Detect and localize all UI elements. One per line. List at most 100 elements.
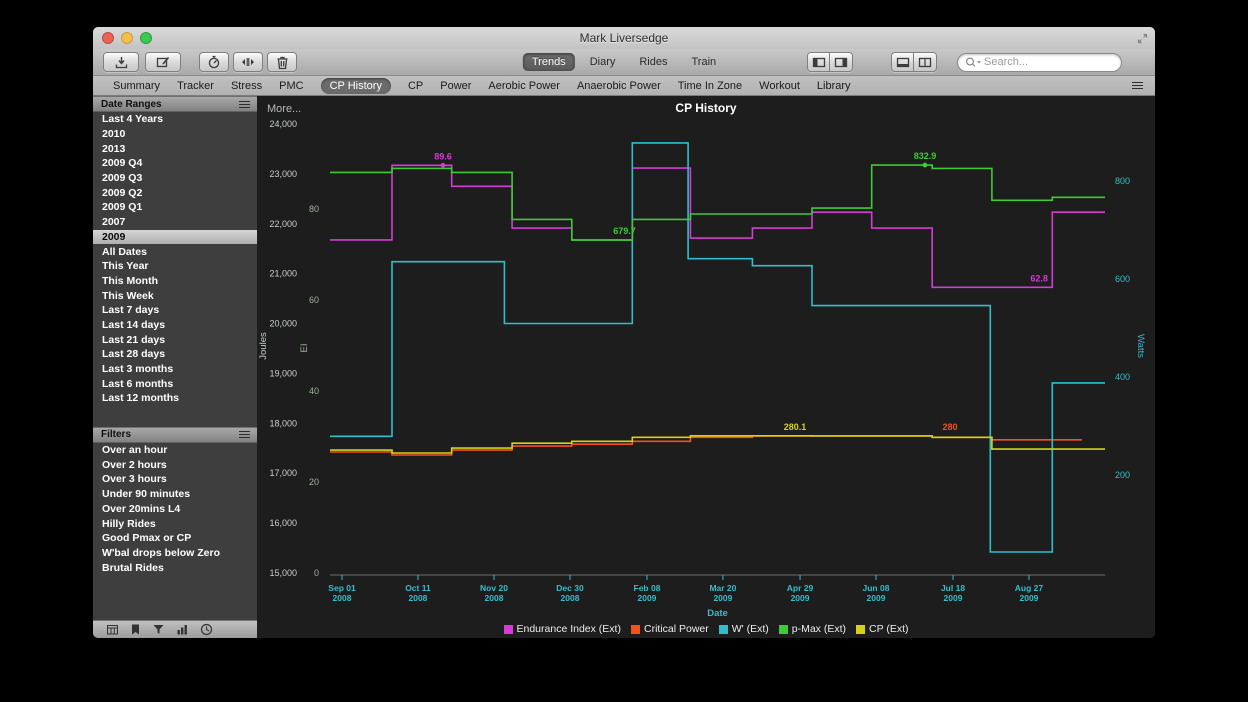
svg-text:18,000: 18,000 [269,418,297,428]
tab-anaerobic-power[interactable]: Anaerobic Power [577,80,661,92]
series-critical-power [330,436,1082,455]
tab-summary[interactable]: Summary [113,80,160,92]
sidebar-item-2013[interactable]: 2013 [93,141,257,156]
y-axis-ei: 806040200EI [299,204,319,578]
sidebar-item-over-20mins-l4[interactable]: Over 20mins L4 [93,502,257,517]
sidebar-item-last-7-days[interactable]: Last 7 days [93,303,257,318]
sidebar-item-2007[interactable]: 2007 [93,215,257,230]
title-bar[interactable]: Mark Liversedge [93,27,1155,49]
fullscreen-icon[interactable] [1137,33,1148,44]
sidebar-item-over-an-hour[interactable]: Over an hour [93,443,257,458]
sidebar-item-last-6-months[interactable]: Last 6 months [93,376,257,391]
filters-header[interactable]: Filters [93,427,257,443]
tab-library[interactable]: Library [817,80,851,92]
svg-text:16,000: 16,000 [269,518,297,528]
legend-label: Endurance Index (Ext) [517,623,621,635]
svg-text:20,000: 20,000 [269,319,297,329]
chart-title: CP History [257,101,1155,115]
search-icon [965,56,982,68]
sidebar-item-2009[interactable]: 2009 [93,230,257,245]
intervals-button[interactable] [233,52,263,72]
sidebar-item-w-bal-drops-below-zero[interactable]: W'bal drops below Zero [93,546,257,561]
svg-text:22,000: 22,000 [269,219,297,229]
sidebar-item-last-28-days[interactable]: Last 28 days [93,347,257,362]
tab-aerobic-power[interactable]: Aerobic Power [488,80,560,92]
filters-menu-icon[interactable] [239,431,250,438]
chart-icon[interactable] [176,623,189,636]
menu-icon [1132,82,1143,89]
date-ranges-header[interactable]: Date Ranges [93,96,257,112]
sidebar-left-icon [811,56,827,69]
tab-cp-history[interactable]: CP History [321,78,391,94]
sidebar-item-hilly-rides[interactable]: Hilly Rides [93,516,257,531]
edit-button[interactable] [145,52,181,72]
tab-tracker[interactable]: Tracker [177,80,214,92]
toggle-left-sidebar-button[interactable] [807,52,830,72]
tab-menu-button[interactable] [1132,82,1143,89]
segment-trends[interactable]: Trends [523,53,575,71]
svg-text:40: 40 [309,386,319,396]
svg-text:Dec 30: Dec 30 [556,583,584,593]
stopwatch-button[interactable] [199,52,229,72]
tab-pmc[interactable]: PMC [279,80,303,92]
sidebar-item-2009-q4[interactable]: 2009 Q4 [93,156,257,171]
legend-label: Critical Power [644,623,709,635]
tab-time-in-zone[interactable]: Time In Zone [678,80,742,92]
tab-workout[interactable]: Workout [759,80,800,92]
sidebar-item-brutal-rides[interactable]: Brutal Rides [93,560,257,575]
traffic-lights [102,32,152,44]
segment-train[interactable]: Train [682,53,725,71]
search-field[interactable] [957,53,1122,72]
close-button[interactable] [102,32,114,44]
svg-text:600: 600 [1115,274,1130,284]
layout-tiled-button[interactable] [914,52,937,72]
sidebar-item-2009-q3[interactable]: 2009 Q3 [93,171,257,186]
bookmark-icon[interactable] [130,623,141,636]
segment-rides[interactable]: Rides [630,53,676,71]
marker-label-89-6: 89.6 [434,151,452,161]
cp-history-plot[interactable]: Sep 012008Oct 112008Nov 202008Dec 302008… [257,96,1155,638]
svg-text:2008: 2008 [333,593,352,603]
sidebar-item-2009-q2[interactable]: 2009 Q2 [93,185,257,200]
sidebar-item-over-2-hours[interactable]: Over 2 hours [93,457,257,472]
minimize-button[interactable] [121,32,133,44]
sidebar-item-this-year[interactable]: This Year [93,259,257,274]
sidebar-item-this-month[interactable]: This Month [93,274,257,289]
toolbar-right-group [807,52,1122,72]
date-ranges-menu-icon[interactable] [239,101,250,108]
sidebar-item-last-14-days[interactable]: Last 14 days [93,318,257,333]
calendar-icon[interactable] [106,623,119,636]
sidebar-item-last-21-days[interactable]: Last 21 days [93,332,257,347]
svg-text:Oct 11: Oct 11 [405,583,431,593]
legend-swatch [856,625,865,634]
sidebar-item-good-pmax-or-cp[interactable]: Good Pmax or CP [93,531,257,546]
sidebar-item-2009-q1[interactable]: 2009 Q1 [93,200,257,215]
svg-text:2009: 2009 [1020,593,1039,603]
sidebar-item-last-12-months[interactable]: Last 12 months [93,391,257,406]
series-endurance-index-ext [330,165,1105,287]
sidebar-item-last-4-years[interactable]: Last 4 Years [93,112,257,127]
filter-icon[interactable] [152,623,165,636]
marker-dot-89-6 [441,163,446,168]
delete-button[interactable] [267,52,297,72]
sidebar-item-all-dates[interactable]: All Dates [93,244,257,259]
app-window: Mark Liversedge [93,27,1155,638]
toggle-right-sidebar-button[interactable] [830,52,853,72]
sidebar-item-last-3-months[interactable]: Last 3 months [93,362,257,377]
layout-tabbed-button[interactable] [891,52,914,72]
tab-cp[interactable]: CP [408,80,423,92]
download-button[interactable] [103,52,139,72]
sidebar-item-2010[interactable]: 2010 [93,127,257,142]
sidebar-item-under-90-minutes[interactable]: Under 90 minutes [93,487,257,502]
date-ranges-list: Last 4 Years201020132009 Q42009 Q32009 Q… [93,112,257,406]
sidebar-item-over-3-hours[interactable]: Over 3 hours [93,472,257,487]
segment-diary[interactable]: Diary [581,53,625,71]
tab-stress[interactable]: Stress [231,80,262,92]
search-input[interactable] [982,55,1113,69]
legend-label: p-Max (Ext) [792,623,846,635]
zoom-button[interactable] [140,32,152,44]
svg-text:23,000: 23,000 [269,169,297,179]
sidebar-item-this-week[interactable]: This Week [93,288,257,303]
clock-icon[interactable] [200,623,213,636]
tab-power[interactable]: Power [440,80,471,92]
